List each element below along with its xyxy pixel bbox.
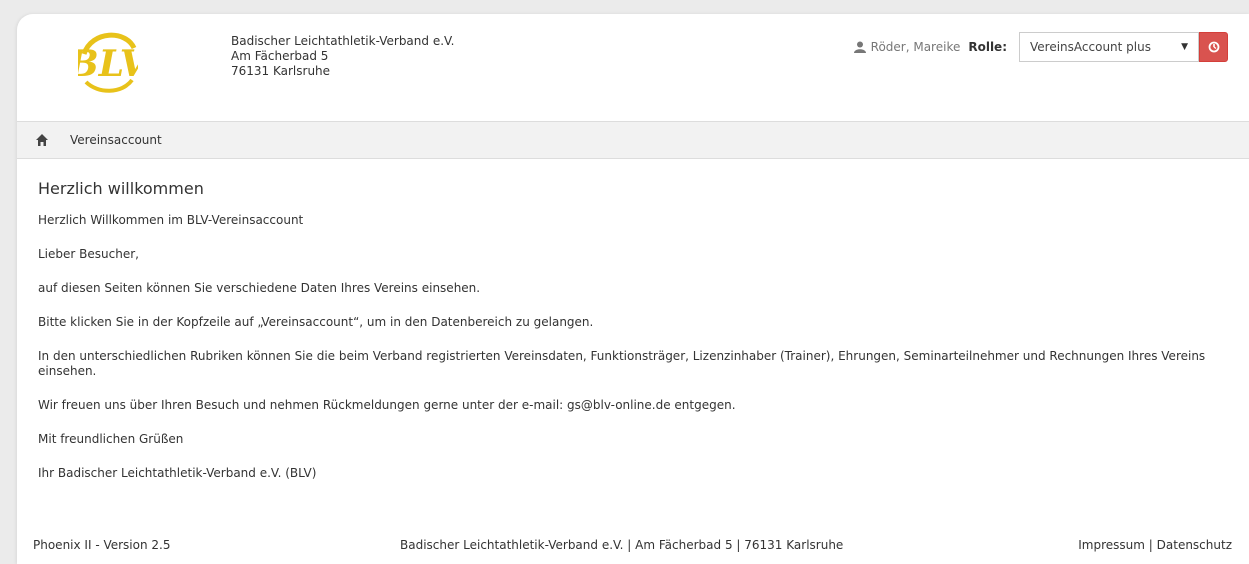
page-title: Herzlich willkommen [38,179,204,198]
chevron-down-icon: ▼ [1181,42,1188,52]
datenschutz-link[interactable]: Datenschutz [1157,538,1232,552]
paragraph: In den unterschiedlichen Rubriken können… [38,349,1206,378]
paragraph: Ihr Badischer Leichtathletik-Verband e.V… [38,466,317,480]
user-icon [853,41,866,53]
impressum-link[interactable]: Impressum [1078,538,1145,552]
paragraph: Mit freundlichen Grüßen [38,432,184,446]
header: BLV Badischer Leichtathletik-Verband e.V… [17,14,1249,122]
home-icon[interactable] [35,133,49,147]
address-line-3: 76131 Karlsruhe [231,64,331,78]
blv-logo-icon: BLV [67,32,151,93]
footer-address: Badischer Leichtathletik-Verband e.V. | … [400,538,844,552]
nav-item-vereinsaccount[interactable]: Vereinsaccount [70,133,162,147]
paragraph: Lieber Besucher, [38,247,139,261]
footer-links: Impressum | Datenschutz [1078,538,1232,552]
navbar: Vereinsaccount [17,121,1249,159]
main-content: Herzlich willkommen Herzlich Willkommen … [38,179,1228,500]
paragraph: Bitte klicken Sie in der Kopfzeile auf „… [38,315,594,329]
paragraph: Wir freuen uns über Ihren Besuch und neh… [38,398,736,412]
user-name[interactable]: Röder, Mareike [871,40,961,54]
role-select-value: VereinsAccount plus [1030,40,1151,54]
paragraph: auf diesen Seiten können Sie verschieden… [38,281,481,295]
header-address: Badischer Leichtathletik-Verband e.V. Am… [231,34,455,79]
paragraph: Herzlich Willkommen im BLV-Vereinsaccoun… [38,213,304,227]
logout-button[interactable] [1199,32,1228,62]
role-label: Rolle: [968,40,1007,54]
user-area: Röder, Mareike Rolle: VereinsAccount plu… [853,32,1228,62]
page: BLV Badischer Leichtathletik-Verband e.V… [17,14,1249,564]
address-line-2: Am Fächerbad 5 [231,49,329,63]
footer: Phoenix II - Version 2.5 Badischer Leich… [33,538,1232,552]
version-text: Phoenix II - Version 2.5 [33,538,171,552]
role-select[interactable]: VereinsAccount plus ▼ [1019,32,1199,62]
address-line-1: Badischer Leichtathletik-Verband e.V. [231,34,455,48]
power-icon [1208,41,1219,53]
blv-logo[interactable]: BLV [67,28,151,98]
footer-separator: | [1148,538,1153,552]
